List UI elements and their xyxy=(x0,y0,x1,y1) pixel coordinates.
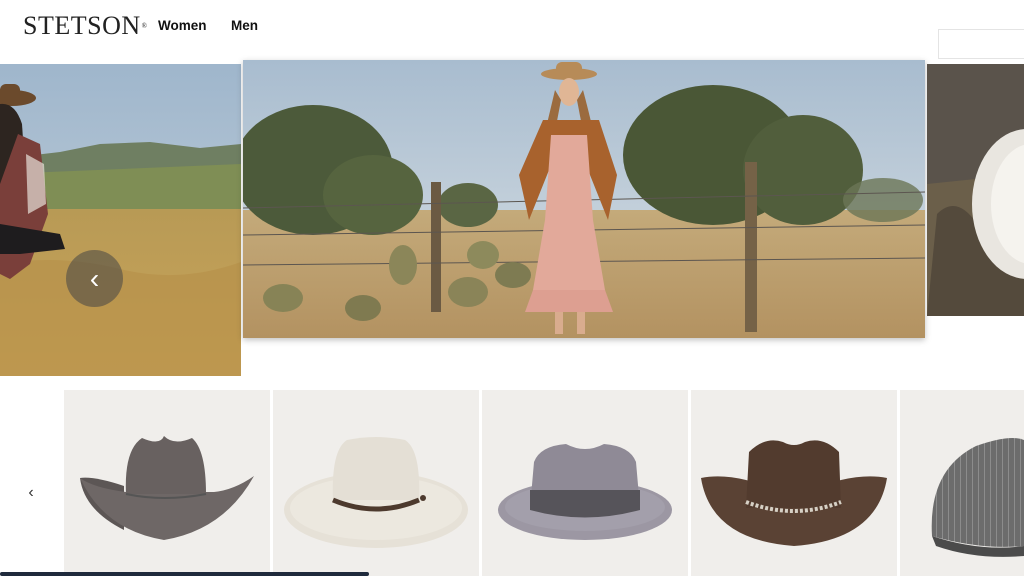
slide-image-woman-fence xyxy=(243,60,925,338)
carousel-prev-button[interactable]: ‹ xyxy=(66,250,123,307)
carousel-slide-previous[interactable] xyxy=(0,64,241,376)
nav-men[interactable]: Men xyxy=(231,18,258,34)
scroll-progress-track xyxy=(0,572,1024,576)
carousel-slide-current[interactable] xyxy=(243,60,925,338)
logo-text: STETSON xyxy=(23,11,141,40)
product-prev-button[interactable]: ‹ xyxy=(21,483,41,503)
chevron-left-icon: ‹ xyxy=(28,484,34,501)
product-card-newsboy-cap[interactable] xyxy=(900,390,1024,576)
product-card-cattleman-hat[interactable] xyxy=(64,390,270,576)
registered-mark: ® xyxy=(141,22,148,30)
search-input[interactable] xyxy=(938,29,1024,59)
product-card-fedora[interactable] xyxy=(482,390,688,576)
nav-women[interactable]: Women xyxy=(158,18,207,34)
newsboy-cap-image xyxy=(931,438,1024,557)
gambler-hat-image xyxy=(284,437,468,548)
site-header: STETSON® Women Men xyxy=(0,0,1024,59)
fedora-image xyxy=(498,444,672,540)
chevron-left-icon: ‹ xyxy=(89,262,100,294)
slide-image-field xyxy=(0,64,241,376)
hero-carousel: ‹ xyxy=(0,60,1024,376)
brown-cowboy-hat-image xyxy=(701,440,887,546)
scroll-progress-bar xyxy=(0,572,369,576)
product-card-gambler-hat[interactable] xyxy=(273,390,479,576)
product-carousel: ‹ xyxy=(0,390,1024,576)
carousel-slide-next[interactable] xyxy=(927,64,1024,316)
stetson-logo[interactable]: STETSON® xyxy=(23,12,147,40)
slide-image-hat-detail xyxy=(927,64,1024,316)
cattleman-hat-image xyxy=(80,436,254,540)
product-card-brown-cowboy-hat[interactable] xyxy=(691,390,897,576)
